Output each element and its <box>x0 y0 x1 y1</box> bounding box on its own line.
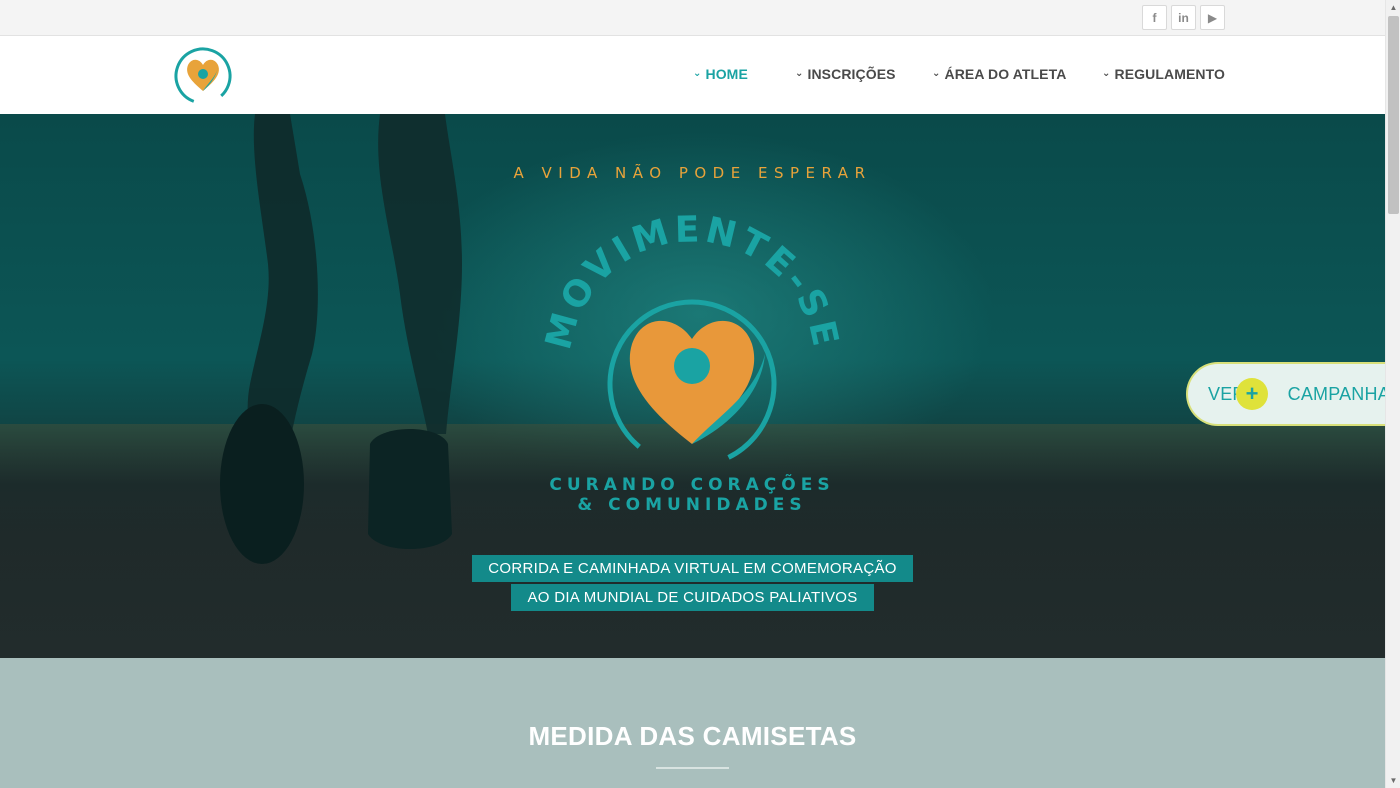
nav-inscricoes-label: INSCRIÇÕES <box>807 66 896 82</box>
logo-subtitle-2: & COMUNIDADES <box>577 495 806 515</box>
site-header: ⌄ HOME ⌄ INSCRIÇÕES ⌄ ÁREA DO ATLETA ⌄ R… <box>0 37 1385 114</box>
linkedin-icon[interactable]: in <box>1171 5 1196 30</box>
nav-home-label: HOME <box>705 66 748 82</box>
nav-home[interactable]: ⌄ HOME <box>693 66 748 82</box>
nav-inscricoes[interactable]: ⌄ INSCRIÇÕES <box>795 66 896 82</box>
scroll-up-arrow-icon[interactable]: ▲ <box>1386 0 1400 15</box>
scrollbar-thumb[interactable] <box>1388 16 1399 214</box>
chevron-down-icon: ⌄ <box>795 67 804 79</box>
chevron-down-icon: ⌄ <box>693 67 702 79</box>
logo-arc-text: MOVIMENTE-SE <box>540 214 845 354</box>
logo-heart-icon <box>174 47 232 105</box>
hero-band-2: AO DIA MUNDIAL DE CUIDADOS PALIATIVOS <box>0 584 1385 611</box>
chevron-down-icon: ⌄ <box>1102 67 1111 79</box>
hero-banner: A VIDA NÃO PODE ESPERAR MOVIMENTE-SE CUR… <box>0 114 1385 658</box>
nav-regulamento-label: REGULAMENTO <box>1114 66 1225 82</box>
nav-regulamento[interactable]: ⌄ REGULAMENTO <box>1102 66 1225 82</box>
section-divider <box>656 767 729 769</box>
campanhas-text-right: CAMPANHAS <box>1287 383 1400 404</box>
hero-band-1: CORRIDA E CAMINHADA VIRTUAL EM COMEMORAÇ… <box>0 555 1385 582</box>
hero-tagline: A VIDA NÃO PODE ESPERAR <box>513 164 872 182</box>
section-title: MEDIDA DAS CAMISETAS <box>528 721 857 751</box>
movimente-se-logo: MOVIMENTE-SE CURANDO CORAÇÕES & COMUNIDA… <box>540 214 845 515</box>
chevron-down-icon: ⌄ <box>932 67 941 79</box>
ver-campanhas-button[interactable]: VER + CAMPANHAS <box>1186 362 1400 426</box>
site-logo[interactable] <box>172 45 234 107</box>
hero-band-line-2: AO DIA MUNDIAL DE CUIDADOS PALIATIVOS <box>511 584 874 611</box>
youtube-icon[interactable]: ▶ <box>1200 5 1225 30</box>
facebook-icon[interactable]: f <box>1142 5 1167 30</box>
nav-area-label: ÁREA DO ATLETA <box>944 66 1067 82</box>
page-scrollbar[interactable]: ▲ ▼ <box>1385 0 1400 788</box>
shirt-sizes-section: MEDIDA DAS CAMISETAS <box>0 658 1385 788</box>
scroll-down-arrow-icon[interactable]: ▼ <box>1386 773 1400 788</box>
plus-icon: + <box>1236 378 1268 410</box>
nav-area-do-atleta[interactable]: ⌄ ÁREA DO ATLETA <box>932 66 1066 82</box>
top-bar: f in ▶ <box>0 0 1385 36</box>
hero-band-line-1: CORRIDA E CAMINHADA VIRTUAL EM COMEMORAÇ… <box>472 555 913 582</box>
logo-subtitle-1: CURANDO CORAÇÕES <box>549 472 834 495</box>
